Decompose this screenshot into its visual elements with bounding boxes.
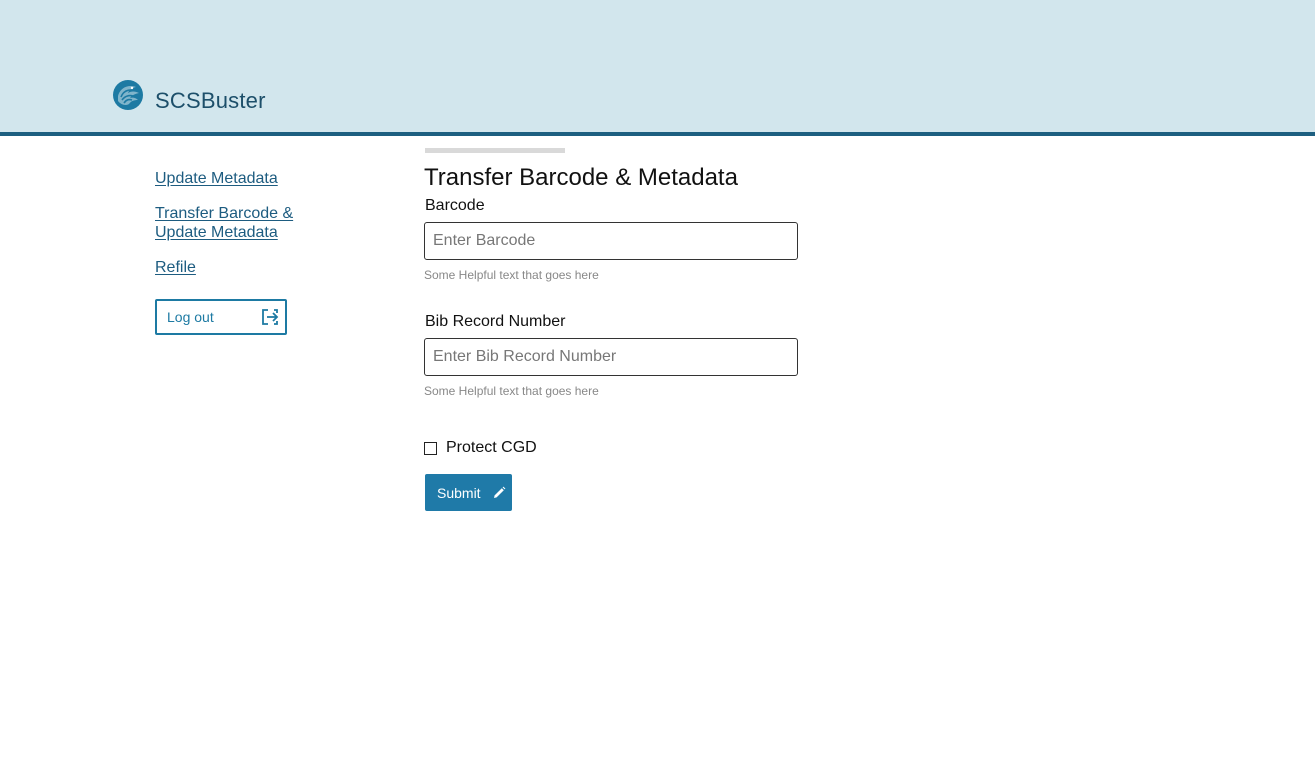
brand[interactable]: SCSBuster xyxy=(112,76,266,114)
app-name: SCSBuster xyxy=(155,88,266,113)
submit-button[interactable]: Submit xyxy=(425,474,512,511)
progress-bar xyxy=(425,148,565,153)
bib-record-helper-text: Some Helpful text that goes here xyxy=(424,384,599,398)
barcode-label: Barcode xyxy=(425,197,485,214)
logout-label: Log out xyxy=(167,309,214,325)
pencil-icon xyxy=(492,486,506,500)
bib-record-label: Bib Record Number xyxy=(425,313,566,330)
sidebar-item-update-metadata[interactable]: Update Metadata xyxy=(155,169,278,188)
site-header: SCSBuster xyxy=(0,0,1315,136)
sidebar-item-transfer-barcode[interactable]: Transfer Barcode & Update Metadata xyxy=(155,204,325,242)
barcode-input[interactable] xyxy=(424,222,798,260)
library-lion-icon xyxy=(112,79,144,111)
protect-cgd-checkbox[interactable] xyxy=(424,441,437,455)
bib-record-input[interactable] xyxy=(424,338,798,376)
sidebar-item-refile[interactable]: Refile xyxy=(155,258,196,277)
protect-cgd-label[interactable]: Protect CGD xyxy=(446,439,537,457)
page-title: Transfer Barcode & Metadata xyxy=(424,164,738,191)
submit-label: Submit xyxy=(437,485,481,501)
logout-icon xyxy=(261,308,279,326)
barcode-helper-text: Some Helpful text that goes here xyxy=(424,268,599,282)
logout-button[interactable]: Log out xyxy=(155,299,287,335)
protect-cgd-row: Protect CGD xyxy=(424,439,537,457)
